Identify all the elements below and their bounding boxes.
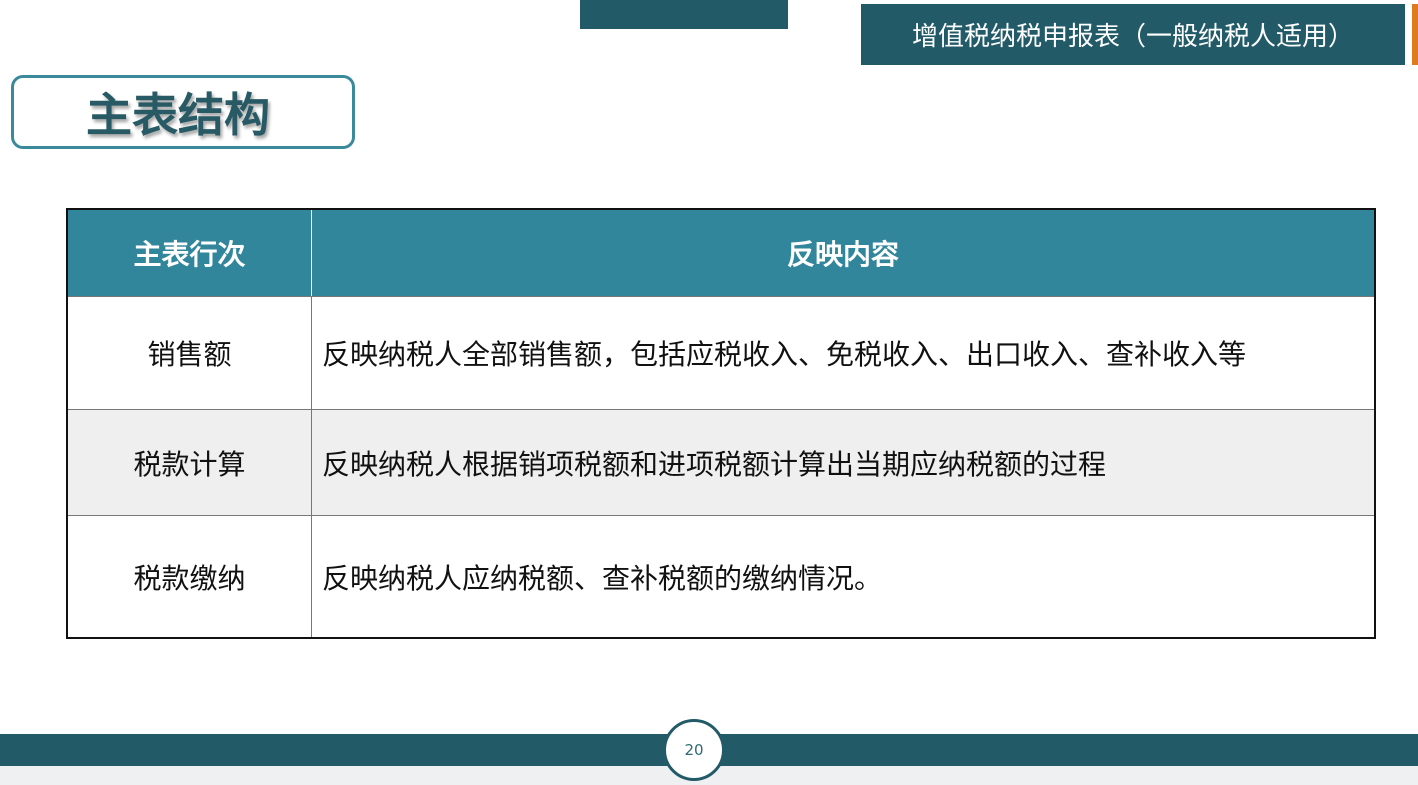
slide-title-box: 主表结构 <box>11 75 355 149</box>
table-header-row: 主表行次 反映内容 <box>67 209 1375 297</box>
row-content: 反映纳税人根据销项税额和进项税额计算出当期应纳税额的过程 <box>312 410 1376 516</box>
row-label: 销售额 <box>67 297 312 410</box>
column-header: 主表行次 <box>67 209 312 297</box>
row-label: 税款计算 <box>67 410 312 516</box>
main-table: 主表行次 反映内容 销售额 反映纳税人全部销售额，包括应税收入、免税收入、出口收… <box>66 208 1376 639</box>
page-number: 20 <box>663 719 725 781</box>
table-row: 税款计算 反映纳税人根据销项税额和进项税额计算出当期应纳税额的过程 <box>67 410 1375 516</box>
table-row: 销售额 反映纳税人全部销售额，包括应税收入、免税收入、出口收入、查补收入等 <box>67 297 1375 410</box>
row-content: 反映纳税人全部销售额，包括应税收入、免税收入、出口收入、查补收入等 <box>312 297 1376 410</box>
accent-strip <box>1412 4 1418 65</box>
column-header: 反映内容 <box>312 209 1376 297</box>
row-label: 税款缴纳 <box>67 516 312 639</box>
top-decor-bar <box>580 0 788 29</box>
header-title: 增值税纳税申报表（一般纳税人适用） <box>861 4 1405 65</box>
table-row: 税款缴纳 反映纳税人应纳税额、查补税额的缴纳情况。 <box>67 516 1375 639</box>
row-content: 反映纳税人应纳税额、查补税额的缴纳情况。 <box>312 516 1376 639</box>
slide-title: 主表结构 <box>86 79 270 145</box>
